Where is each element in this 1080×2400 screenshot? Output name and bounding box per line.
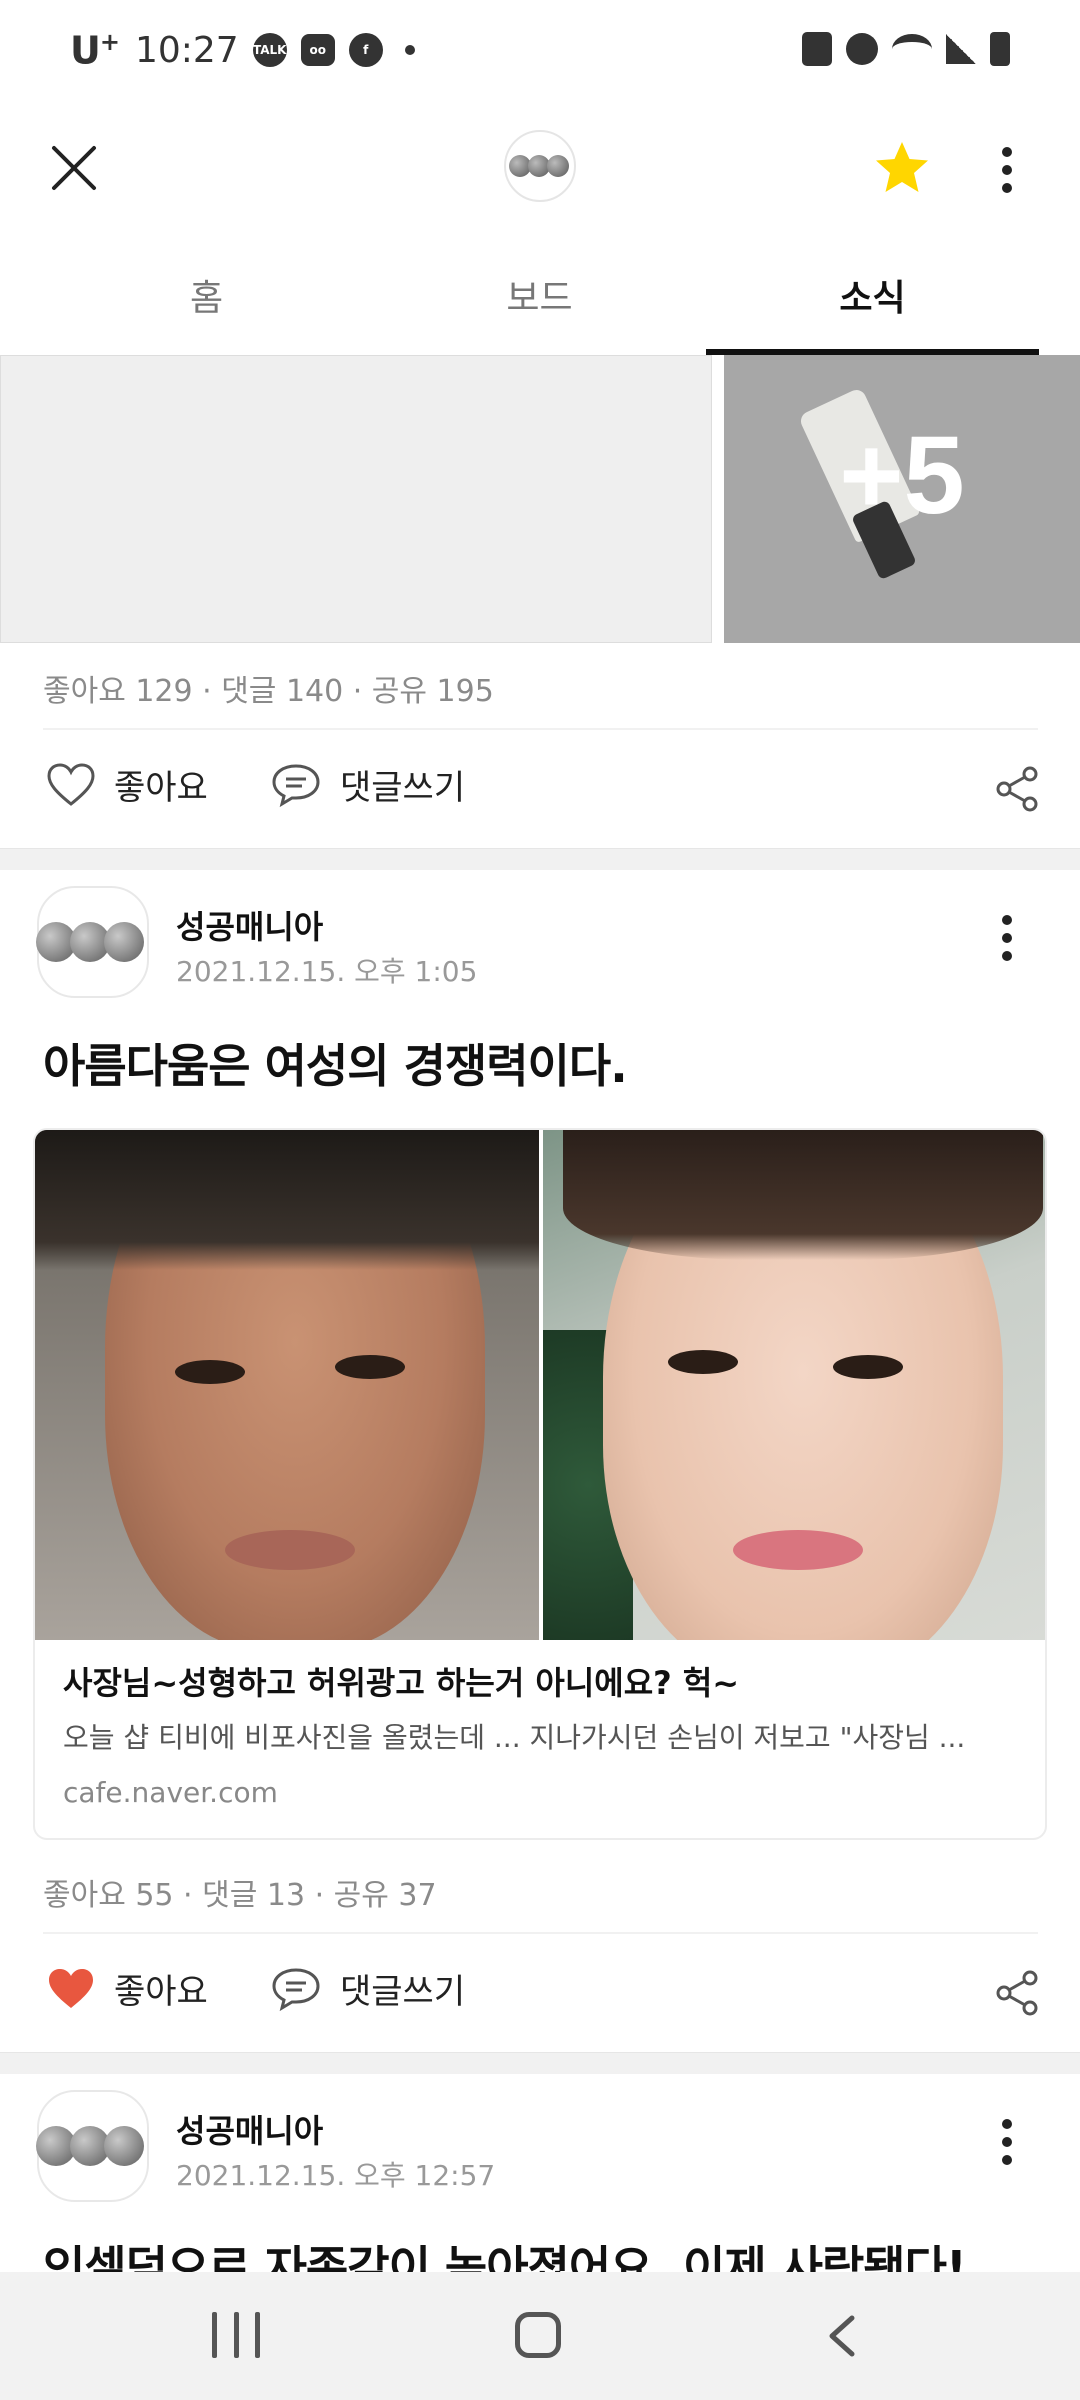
more-images-count: +5 — [839, 413, 965, 537]
before-photo — [35, 1130, 539, 1640]
section-separator — [0, 2052, 1080, 2074]
post-image-more[interactable]: +5 — [724, 355, 1080, 643]
battery-icon — [990, 32, 1010, 66]
tab-news[interactable]: 소식 — [706, 235, 1039, 355]
voicemail-icon: oo — [300, 34, 335, 67]
tab-home[interactable]: 홈 — [40, 235, 373, 355]
like-label: 좋아요 — [114, 768, 208, 808]
after-photo — [543, 1130, 1045, 1640]
comment-label: 댓글쓰기 — [340, 768, 466, 808]
band-logo[interactable] — [504, 130, 576, 202]
back-icon[interactable] — [824, 2314, 860, 2358]
post-date: 2021.12.15. 오후 12:57 — [176, 2159, 496, 2192]
tab-board[interactable]: 보드 — [373, 235, 706, 355]
author-avatar[interactable] — [36, 886, 149, 998]
system-nav-bar — [0, 2272, 1080, 2400]
star-icon[interactable] — [870, 136, 934, 200]
heart-filled-icon — [49, 1968, 93, 2008]
comment-button[interactable]: 댓글쓰기 — [270, 760, 465, 809]
home-icon[interactable] — [515, 2312, 561, 2358]
share-icon[interactable] — [992, 1968, 1042, 2018]
like-button[interactable]: 좋아요 — [46, 760, 208, 809]
heart-icon — [47, 762, 95, 806]
author-avatar[interactable] — [36, 2090, 149, 2202]
like-label: 좋아요 — [114, 1972, 208, 2012]
tab-bar: 홈 보드 소식 — [0, 235, 1080, 355]
post-stats[interactable]: 좋아요 129 · 댓글 140 · 공유 195 — [43, 666, 494, 710]
comment-icon — [272, 763, 320, 807]
post-actions: 좋아요 댓글쓰기 — [0, 1946, 1080, 2036]
signal-icon — [946, 34, 976, 64]
author-name[interactable]: 성공매니아 — [176, 2106, 323, 2152]
more-vertical-icon[interactable] — [982, 140, 1032, 200]
link-domain: cafe.naver.com — [63, 1776, 278, 1809]
alarm-icon — [846, 33, 878, 65]
notification-dot — [404, 45, 415, 56]
talk-icon: TALK — [252, 33, 287, 68]
comment-label: 댓글쓰기 — [340, 1972, 466, 2012]
post-image[interactable] — [0, 355, 712, 643]
like-button[interactable]: 좋아요 — [46, 1964, 208, 2013]
post-title[interactable]: 아름다움은 여성의 경쟁력이다. — [43, 1030, 628, 1096]
status-bar: U+ 10:27 TALK oo f — [0, 0, 1080, 110]
share-icon[interactable] — [992, 764, 1042, 814]
comment-icon — [272, 1967, 320, 2011]
comment-button[interactable]: 댓글쓰기 — [270, 1964, 465, 2013]
post-date: 2021.12.15. 오후 1:05 — [176, 955, 478, 988]
section-separator — [0, 848, 1080, 870]
post-stats[interactable]: 좋아요 55 · 댓글 13 · 공유 37 — [43, 1870, 437, 1914]
post-more-icon[interactable] — [982, 2112, 1032, 2172]
clock: 10:27 — [134, 29, 239, 71]
wifi-icon — [892, 34, 932, 64]
link-title: 사장님~성형하고 허위광고 하는거 아니에요? 헉~ — [63, 1664, 740, 1702]
facebook-icon: f — [348, 33, 383, 68]
post-more-icon[interactable] — [982, 908, 1032, 968]
app-header — [0, 110, 1080, 225]
carrier-label: U+ — [70, 28, 120, 73]
author-name[interactable]: 성공매니아 — [176, 902, 323, 948]
post-actions: 좋아요 댓글쓰기 — [0, 742, 1080, 832]
recents-icon[interactable] — [212, 2312, 260, 2358]
link-description: 오늘 샵 티비에 비포사진을 올렸는데 ... 지나가시던 손님이 저보고 "사… — [63, 1721, 966, 1754]
divider — [43, 1932, 1038, 1934]
recycle-icon — [802, 32, 832, 66]
divider — [43, 728, 1038, 730]
link-preview-image — [35, 1130, 1045, 1640]
close-icon[interactable] — [44, 138, 104, 198]
link-preview-card[interactable]: 사장님~성형하고 허위광고 하는거 아니에요? 헉~ 오늘 샵 티비에 비포사진… — [33, 1128, 1047, 1840]
